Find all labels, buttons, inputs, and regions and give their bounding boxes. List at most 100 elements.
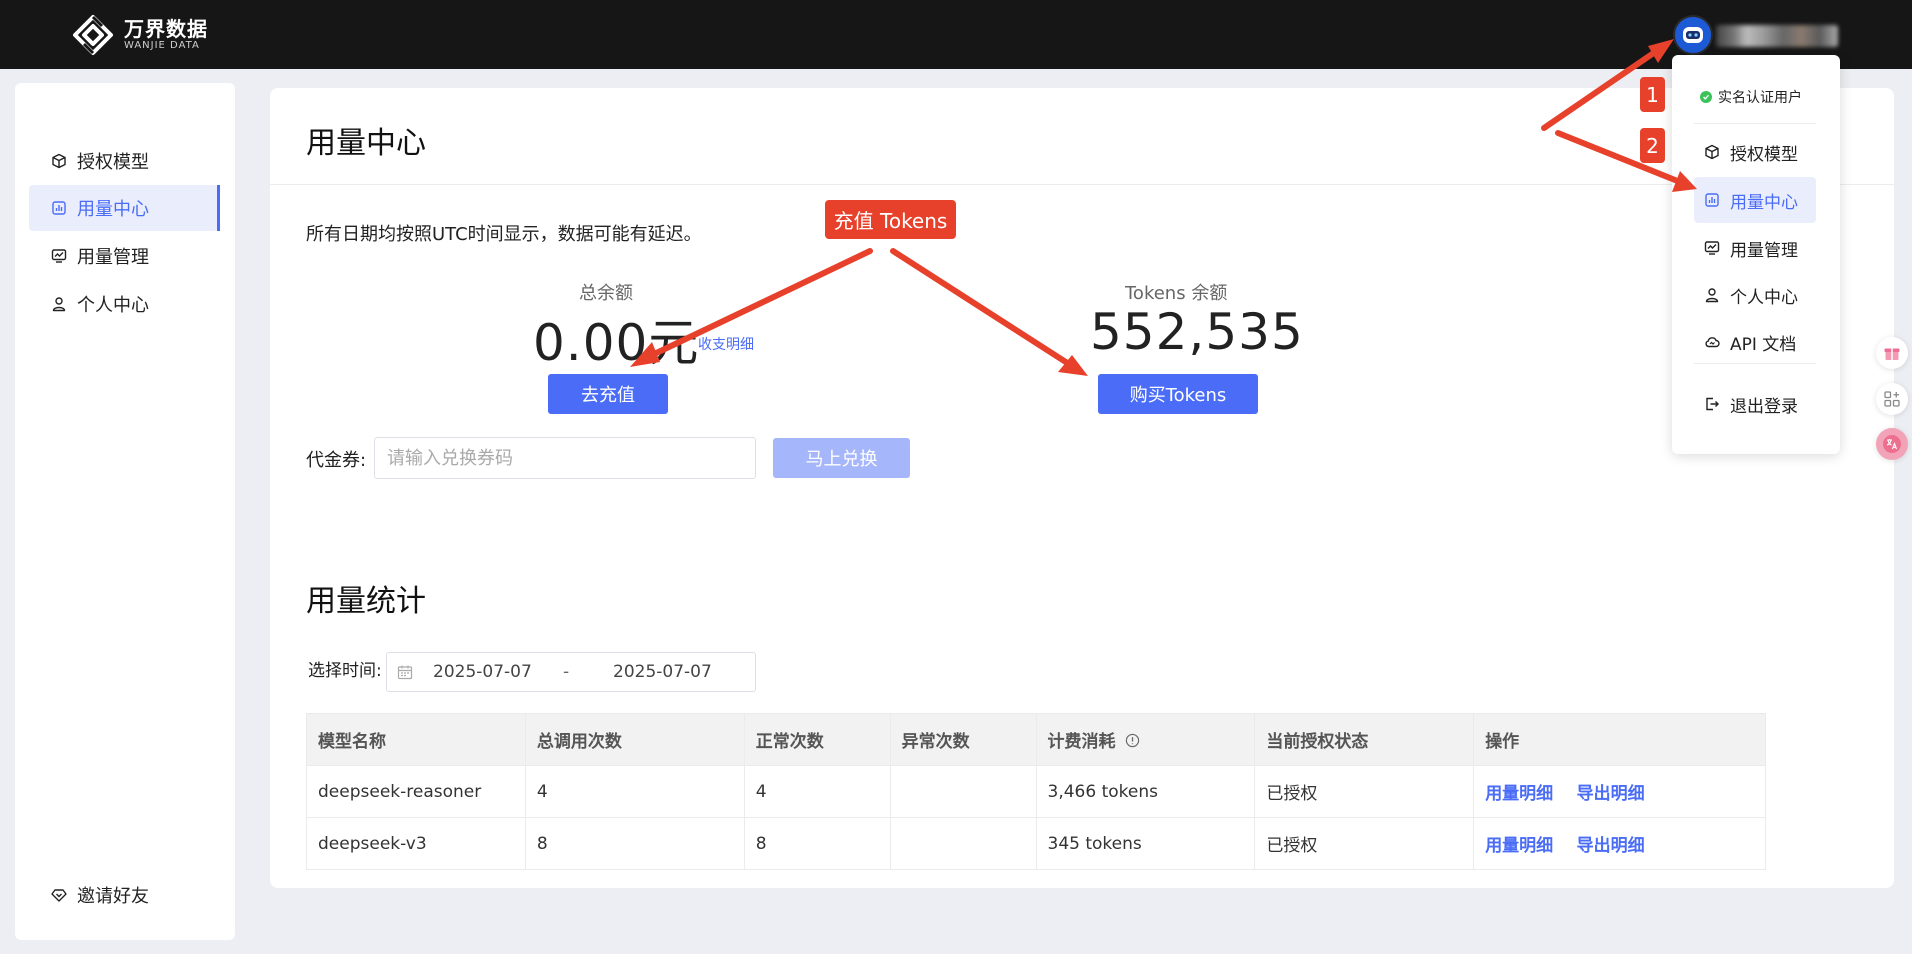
coupon-code-input[interactable] [374, 437, 756, 479]
date-end[interactable]: 2025-07-07 [613, 662, 712, 682]
dropdown-item-usage-management[interactable]: 用量管理 [1694, 225, 1816, 271]
translate-button[interactable] [1876, 428, 1908, 460]
translate-icon [1883, 435, 1901, 453]
tokens-balance-value: 552,535 [1090, 303, 1304, 361]
brand-name: 万界数据 [124, 17, 208, 41]
logout-icon [1706, 397, 1719, 411]
annotation-step-1: 1 [1640, 77, 1665, 112]
column-header: 正常次数 [743, 713, 891, 766]
total-calls-cell: 8 [524, 817, 745, 870]
table-row: deepseek-v3 8 8 345 tokens 已授权 用量明细 导出明细 [306, 817, 1766, 870]
check-circle-icon [1700, 91, 1712, 103]
main-panel: 用量中心 所有日期均按照UTC时间显示，数据可能有延迟。 总余额 0.00元 收… [270, 88, 1894, 888]
model-name-cell: deepseek-reasoner [306, 765, 526, 818]
total-balance-value: 0.00元 [533, 314, 700, 372]
chart-icon [1705, 193, 1719, 207]
table-header-row: 模型名称 总调用次数 正常次数 异常次数 计费消耗 当前授权状态 操作 [306, 713, 1766, 766]
normal-calls-cell: 8 [743, 817, 891, 870]
total-balance-label: 总余额 [579, 283, 633, 304]
sidebar-item-label: 授权模型 [77, 152, 149, 173]
dropdown-item-authorized-models[interactable]: 授权模型 [1694, 129, 1816, 175]
monitor-chart-icon [1704, 241, 1720, 255]
page-title: 用量中心 [306, 126, 426, 161]
apps-icon [1884, 391, 1900, 407]
table-row: deepseek-reasoner 4 4 3,466 tokens 已授权 用… [306, 765, 1766, 818]
robot-avatar-icon [1683, 27, 1703, 43]
usage-table: 模型名称 总调用次数 正常次数 异常次数 计费消耗 当前授权状态 操作 deep… [306, 713, 1766, 870]
dropdown-item-label: 退出登录 [1730, 396, 1798, 417]
date-separator: - [563, 662, 570, 682]
dropdown-item-label: 个人中心 [1730, 287, 1798, 308]
annotation-recharge-tokens: 充值 Tokens [825, 200, 956, 239]
gift-button[interactable] [1876, 337, 1908, 369]
recharge-button[interactable]: 去充值 [548, 374, 668, 414]
column-header-label: 计费消耗 [1047, 732, 1116, 752]
avatar[interactable] [1673, 15, 1713, 55]
info-icon[interactable] [1125, 733, 1140, 748]
actions-cell: 用量明细 导出明细 [1473, 817, 1766, 870]
monitor-chart-icon [51, 249, 67, 263]
column-header: 操作 [1473, 713, 1766, 766]
column-header: 当前授权状态 [1254, 713, 1475, 766]
dropdown-item-label: 授权模型 [1730, 144, 1798, 165]
dropdown-item-logout[interactable]: 退出登录 [1694, 381, 1816, 427]
column-header: 计费消耗 [1035, 713, 1256, 766]
abnormal-calls-cell [889, 765, 1037, 818]
column-header: 总调用次数 [524, 713, 745, 766]
dropdown-item-personal-center[interactable]: 个人中心 [1694, 272, 1816, 318]
verified-user-badge: 实名认证用户 [1700, 87, 1802, 107]
sidebar-active-indicator [217, 185, 220, 231]
gift-icon [1884, 348, 1900, 360]
divider [270, 184, 1894, 185]
total-calls-cell: 4 [524, 765, 745, 818]
dropdown-item-label: API 文档 [1730, 334, 1797, 355]
dropdown-item-api-docs[interactable]: API 文档 [1694, 319, 1816, 365]
cost-cell: 345 tokens [1035, 817, 1256, 870]
brand-logo-icon [73, 15, 113, 55]
sidebar-item-usage-management[interactable]: 用量管理 [29, 233, 219, 279]
diamond-icon [51, 889, 67, 902]
sidebar-item-label: 个人中心 [77, 295, 149, 316]
normal-calls-cell: 4 [743, 765, 891, 818]
apps-button[interactable] [1876, 383, 1908, 415]
chart-icon [52, 201, 66, 215]
sidebar-item-label: 用量中心 [77, 199, 149, 220]
cloud-icon [1705, 337, 1720, 348]
dropdown-item-label: 用量管理 [1730, 240, 1798, 261]
sidebar-item-authorized-models[interactable]: 授权模型 [29, 138, 219, 184]
export-detail-link[interactable]: 导出明细 [1577, 784, 1645, 804]
sidebar-item-label: 用量管理 [77, 247, 149, 268]
coupon-label: 代金券: [306, 450, 367, 471]
utc-notice: 所有日期均按照UTC时间显示，数据可能有延迟。 [306, 224, 702, 245]
dropdown-item-usage-center[interactable]: 用量中心 [1694, 177, 1816, 223]
date-range-picker[interactable]: 2025-07-07 - 2025-07-07 [386, 652, 756, 692]
brand-subtitle: WANJIE DATA [124, 40, 200, 51]
user-icon [52, 297, 66, 312]
sidebar-item-invite-friends[interactable]: 邀请好友 [29, 872, 219, 918]
username-blurred[interactable] [1716, 25, 1838, 47]
verified-user-label: 实名认证用户 [1718, 90, 1802, 106]
actions-cell: 用量明细 导出明细 [1473, 765, 1766, 818]
income-expense-detail-link[interactable]: 收支明细 [698, 334, 754, 354]
cube-icon [52, 153, 66, 169]
calendar-icon [397, 665, 413, 680]
dropdown-divider [1694, 363, 1816, 364]
brand[interactable]: 万界数据 WANJIE DATA [72, 14, 208, 56]
redeem-button[interactable]: 马上兑换 [773, 438, 910, 478]
dropdown-item-label: 用量中心 [1730, 192, 1798, 213]
sidebar-item-personal-center[interactable]: 个人中心 [29, 281, 219, 327]
buy-tokens-button[interactable]: 购买Tokens [1098, 374, 1258, 414]
auth-status-cell: 已授权 [1254, 765, 1475, 818]
sidebar-item-usage-center[interactable]: 用量中心 [29, 185, 219, 231]
cost-cell: 3,466 tokens [1035, 765, 1256, 818]
usage-detail-link[interactable]: 用量明细 [1485, 836, 1553, 856]
date-start[interactable]: 2025-07-07 [433, 662, 563, 682]
model-name-cell: deepseek-v3 [306, 817, 526, 870]
tokens-balance-label: Tokens 余额 [1125, 283, 1228, 304]
time-select-label: 选择时间: [308, 661, 382, 681]
usage-detail-link[interactable]: 用量明细 [1485, 784, 1553, 804]
user-dropdown-menu: 实名认证用户 授权模型 用量中心 用量管理 个人中心 API 文档 退出登录 [1672, 55, 1840, 454]
export-detail-link[interactable]: 导出明细 [1577, 836, 1645, 856]
annotation-step-2: 2 [1640, 128, 1665, 163]
dropdown-divider [1694, 123, 1816, 124]
